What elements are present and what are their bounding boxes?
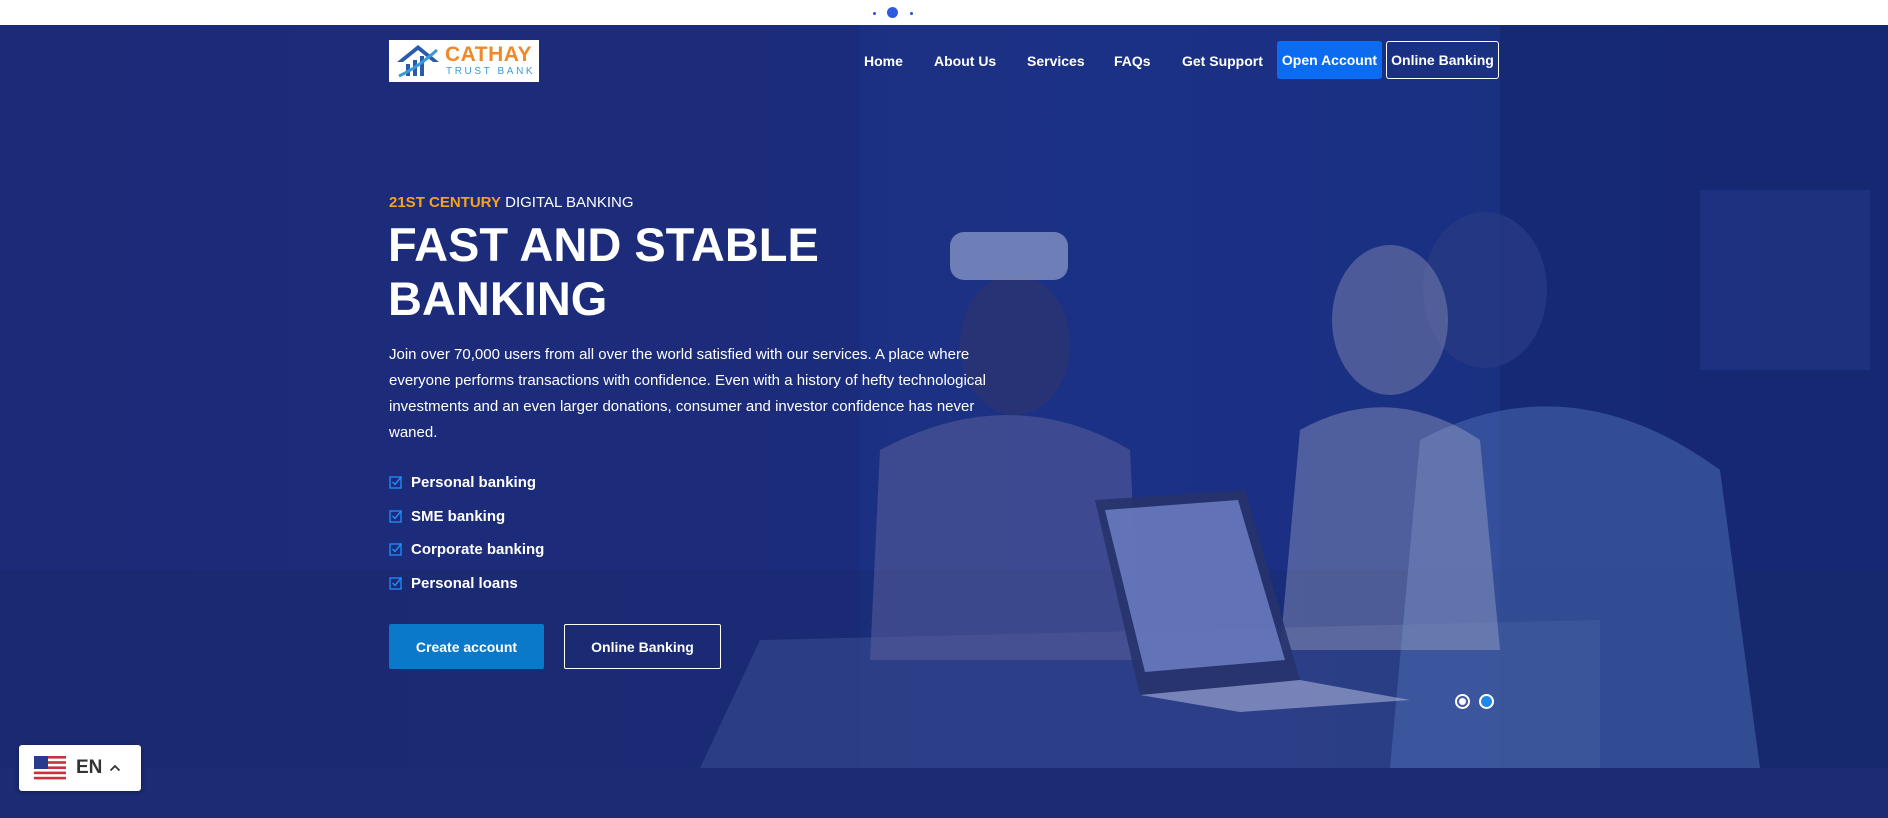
eyebrow-accent: 21ST CENTURY [389, 194, 501, 211]
us-flag-icon [34, 756, 66, 780]
hero-description: Join over 70,000 users from all over the… [389, 346, 986, 441]
nav-link-label[interactable]: Services [1027, 53, 1085, 69]
feature-item: Personal loans [389, 572, 518, 594]
nav-link-label[interactable]: Get Support [1182, 53, 1263, 69]
top-loading-strip [0, 0, 1888, 25]
nav-item-get-support[interactable]: Get Support [1182, 41, 1263, 80]
loading-dot [873, 12, 876, 15]
brand-logo[interactable]: CATHAY TRUST BANK [389, 40, 539, 82]
check-square-icon [389, 510, 403, 523]
feature-item: SME banking [389, 505, 505, 527]
brand-subtitle: TRUST BANK [446, 66, 536, 77]
nav-item-about[interactable]: About Us [934, 41, 996, 80]
nav-link-label[interactable]: About Us [934, 53, 996, 69]
headline-line-2: BANKING [388, 272, 608, 325]
hero-headline: FAST AND STABLE BANKING [388, 218, 948, 326]
check-square-icon [389, 577, 403, 590]
loading-dot [910, 12, 913, 15]
nav-link-label[interactable]: Home [864, 53, 903, 69]
nav-item-home[interactable]: Home [864, 41, 903, 80]
logo-house-icon [397, 45, 439, 78]
check-square-icon [389, 476, 403, 489]
nav-item-faqs[interactable]: FAQs [1114, 41, 1151, 80]
open-account-button[interactable]: Open Account [1277, 41, 1382, 79]
check-square-icon [389, 543, 403, 556]
language-switcher[interactable]: EN [19, 745, 141, 791]
feature-label: Corporate banking [411, 540, 545, 558]
section-band [0, 768, 1888, 818]
feature-label: Personal banking [411, 473, 537, 491]
nav-link-label[interactable]: FAQs [1114, 53, 1151, 69]
feature-label: SME banking [411, 507, 506, 525]
feature-item: Personal banking [389, 471, 536, 493]
nav-item-services[interactable]: Services [1027, 41, 1085, 80]
language-code: EN [76, 757, 103, 778]
feature-label: Personal loans [411, 574, 518, 592]
slider-dot-1[interactable] [1455, 694, 1470, 709]
feature-item: Corporate banking [389, 538, 544, 560]
brand-name: CATHAY [445, 43, 533, 66]
hero-eyebrow: 21ST CENTURY DIGITAL BANKING [389, 194, 634, 211]
eyebrow-rest: DIGITAL BANKING [500, 194, 634, 211]
chevron-up-icon [110, 764, 121, 772]
loading-dot-active [887, 7, 898, 18]
online-banking-button[interactable]: Online Banking [564, 624, 721, 669]
create-account-button[interactable]: Create account [389, 624, 544, 669]
online-banking-nav-button[interactable]: Online Banking [1386, 41, 1499, 79]
headline-line-1: FAST AND STABLE [388, 218, 819, 271]
slider-dot-2-active[interactable] [1479, 694, 1494, 709]
